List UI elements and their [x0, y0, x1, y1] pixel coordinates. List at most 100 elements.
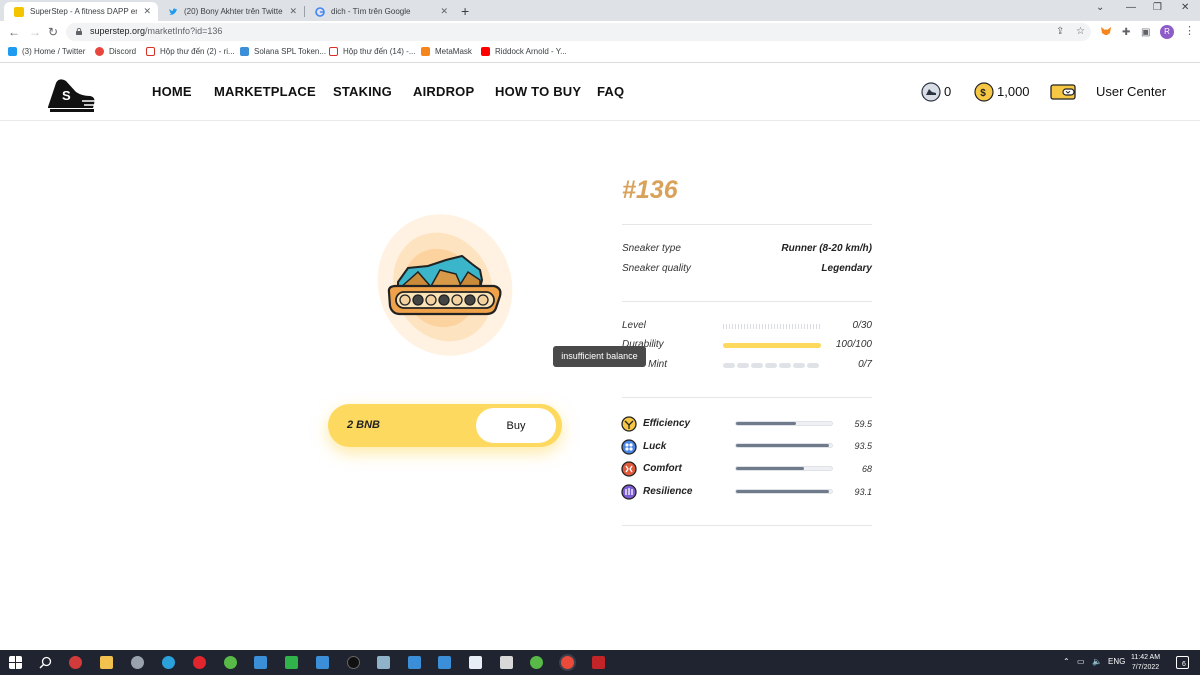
chrome-icon[interactable]: [561, 656, 574, 669]
durability-value: 100/100: [835, 339, 872, 350]
level-value: 0/30: [852, 320, 872, 331]
shoe-mint-bar: [723, 363, 821, 368]
wallet-icon[interactable]: [1050, 84, 1076, 100]
app-icon[interactable]: [469, 656, 482, 669]
url-text[interactable]: superstep.org/marketInfo?id=136: [90, 26, 222, 36]
volume-icon[interactable]: 🔈: [1092, 657, 1102, 666]
browser-tab-strip: SuperStep - A fitness DAPP empo ✕ (20) B…: [0, 0, 1200, 21]
nav-home[interactable]: HOME: [152, 84, 192, 99]
shoe-mint-segment: [723, 363, 735, 368]
level-bar: [723, 324, 821, 329]
browser-icon[interactable]: [224, 656, 237, 669]
network-icon[interactable]: ▭: [1077, 657, 1085, 666]
divider: [622, 224, 872, 225]
comfort-value: 68: [861, 464, 872, 474]
close-tab-icon[interactable]: ✕: [143, 6, 151, 17]
notification-icon[interactable]: 6: [1176, 656, 1189, 669]
bookmark-item[interactable]: Solana SPL Token...: [240, 47, 326, 56]
minimize-icon[interactable]: —: [1126, 2, 1136, 13]
restore-icon[interactable]: ❐: [1153, 2, 1162, 13]
app-icon[interactable]: [438, 656, 451, 669]
app-icon[interactable]: [69, 656, 82, 669]
profile-avatar[interactable]: R: [1160, 25, 1174, 39]
taskbar-clock[interactable]: 11:42 AM 7/7/2022: [1131, 653, 1160, 673]
price-label: 2 BNB: [347, 419, 381, 431]
sneaker-id-title: #136: [622, 176, 678, 204]
app-icon[interactable]: [254, 656, 267, 669]
shoe-mint-segments: [723, 363, 821, 368]
tab-search-icon[interactable]: ⌄: [1096, 2, 1104, 13]
telegram-icon[interactable]: [162, 656, 175, 669]
side-panel-icon[interactable]: ▣: [1141, 27, 1150, 38]
lock-icon[interactable]: [76, 28, 82, 35]
bookmark-item[interactable]: Hộp thư đến (2) - ri...: [146, 47, 235, 56]
app-icon[interactable]: [408, 656, 421, 669]
share-icon[interactable]: ⇪: [1056, 26, 1064, 37]
nav-airdrop[interactable]: AIRDROP: [413, 84, 474, 99]
tray-overflow-icon[interactable]: ⌃: [1063, 657, 1070, 666]
app-icon[interactable]: [500, 656, 513, 669]
price-panel: 2 BNB Buy: [328, 404, 562, 447]
close-tab-icon[interactable]: ✕: [289, 6, 297, 17]
metamask-icon: [421, 47, 430, 56]
sneaker-quality-label: Sneaker quality: [622, 263, 691, 274]
bookmark-item[interactable]: Discord: [95, 47, 136, 56]
superstep-logo[interactable]: S: [44, 74, 98, 114]
efficiency-bar-fill: [736, 422, 796, 425]
nav-how-to-buy[interactable]: HOW TO BUY: [495, 84, 581, 99]
app-icon[interactable]: [377, 656, 390, 669]
efficiency-label: Efficiency: [643, 418, 691, 429]
forward-arrow-icon[interactable]: →: [29, 25, 41, 39]
comfort-bar-fill: [736, 467, 805, 470]
bookmarks-bar: (3) Home / Twitter Discord Hộp thư đến (…: [0, 43, 1200, 63]
bookmark-item[interactable]: Hộp thư đến (14) -...: [329, 47, 416, 56]
user-center-link[interactable]: User Center: [1096, 84, 1166, 99]
app-icon[interactable]: [347, 656, 360, 669]
search-icon[interactable]: [39, 656, 52, 669]
close-window-icon[interactable]: ✕: [1181, 2, 1189, 13]
resilience-bar: [735, 489, 833, 494]
buy-button[interactable]: Buy: [476, 408, 556, 443]
app-icon[interactable]: [592, 656, 605, 669]
opera-icon[interactable]: [193, 656, 206, 669]
extensions-puzzle-icon[interactable]: ✚: [1122, 27, 1130, 38]
luck-icon: [621, 439, 637, 455]
url-bar[interactable]: superstep.org/marketInfo?id=136 ⇪ ☆: [66, 23, 1091, 41]
browser-menu-icon[interactable]: ⋮: [1184, 24, 1195, 37]
nav-faq[interactable]: FAQ: [597, 84, 624, 99]
comfort-label: Comfort: [643, 463, 682, 474]
tab-twitter[interactable]: (20) Bony Akhter trên Twitter: "© ✕: [158, 2, 304, 21]
luck-bar: [735, 443, 833, 448]
browser-icon[interactable]: [530, 656, 543, 669]
back-arrow-icon[interactable]: ←: [8, 25, 20, 39]
nav-marketplace[interactable]: MARKETPLACE: [214, 84, 316, 99]
twitter-icon: [8, 47, 17, 56]
bookmark-star-icon[interactable]: ☆: [1076, 26, 1085, 37]
bookmark-item[interactable]: Riddock Arnold - Y...: [481, 47, 567, 56]
nav-staking[interactable]: STAKING: [333, 84, 392, 99]
metamask-extension-icon[interactable]: [1100, 25, 1112, 37]
file-explorer-icon[interactable]: [100, 656, 113, 669]
close-tab-icon[interactable]: ✕: [440, 6, 448, 17]
comfort-bar: [735, 466, 833, 471]
reload-icon[interactable]: ↻: [48, 25, 58, 39]
luck-label: Luck: [643, 441, 667, 452]
windows-start-icon[interactable]: [9, 656, 22, 669]
resilience-value: 93.1: [854, 487, 872, 497]
efficiency-icon: [621, 416, 637, 432]
app-icon[interactable]: [285, 656, 298, 669]
discord-icon: [95, 47, 104, 56]
insufficient-balance-tooltip: insufficient balance: [553, 346, 646, 367]
tab-google[interactable]: dich - Tìm trên Google ✕: [305, 2, 455, 21]
app-icon[interactable]: [316, 656, 329, 669]
settings-icon[interactable]: [131, 656, 144, 669]
svg-text:$: $: [980, 88, 986, 99]
bookmark-item[interactable]: MetaMask: [421, 47, 472, 56]
tab-superstep[interactable]: SuperStep - A fitness DAPP empo ✕: [4, 2, 158, 21]
site-header: S HOME MARKETPLACE STAKING AIRDROP HOW T…: [0, 64, 1200, 121]
new-tab-button[interactable]: +: [461, 3, 469, 19]
bookmark-item[interactable]: (3) Home / Twitter: [8, 47, 85, 56]
language-indicator[interactable]: ENG: [1108, 657, 1125, 666]
shoe-mint-segment: [765, 363, 777, 368]
token-balance: 0: [944, 84, 952, 99]
